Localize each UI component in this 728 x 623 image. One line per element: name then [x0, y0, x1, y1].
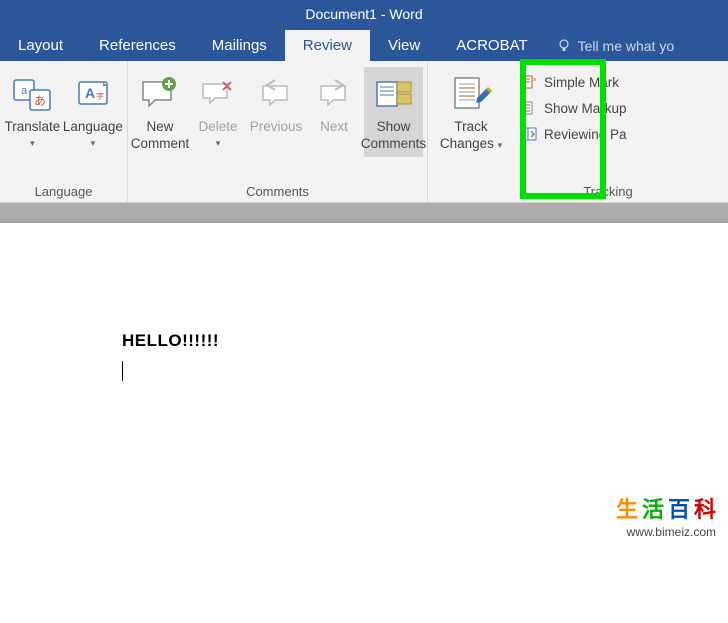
svg-text:字: 字	[96, 91, 104, 101]
tab-mailings[interactable]: Mailings	[194, 30, 285, 61]
tracking-options-stack: Simple Mark Show Markup Reviewing Pa	[512, 67, 635, 149]
markup-view-icon	[520, 73, 538, 91]
next-comment-button[interactable]: Next	[306, 67, 362, 140]
dropdown-caret-icon: ▾	[30, 138, 35, 149]
next-comment-icon	[315, 71, 353, 117]
show-comments-icon	[373, 71, 415, 117]
language-button[interactable]: A字 Language▾	[63, 67, 123, 153]
svg-text:a: a	[21, 85, 28, 97]
lightbulb-icon	[556, 38, 572, 54]
group-label-tracking: Tracking	[432, 182, 724, 199]
group-label-language: Language	[4, 182, 123, 199]
delete-comment-button[interactable]: Delete▾	[190, 67, 246, 153]
tab-layout[interactable]: Layout	[0, 30, 81, 61]
tab-review[interactable]: Review	[285, 30, 370, 61]
text-cursor	[122, 361, 123, 381]
document-page[interactable]: HELLO!!!!!!	[0, 223, 728, 623]
reviewing-pane-icon	[520, 125, 538, 143]
show-markup-dropdown[interactable]: Show Markup	[516, 97, 631, 119]
previous-comment-icon	[257, 71, 295, 117]
ribbon: aあ Translate▾ A字 Language▾ Language NewC…	[0, 61, 728, 203]
show-markup-icon	[520, 99, 538, 117]
translate-button[interactable]: aあ Translate▾	[4, 67, 61, 153]
new-comment-button[interactable]: NewComment	[132, 67, 188, 157]
dropdown-caret-icon: ▾	[91, 138, 96, 149]
group-language: aあ Translate▾ A字 Language▾ Language	[0, 61, 128, 202]
tab-view[interactable]: View	[370, 30, 438, 61]
delete-comment-icon	[199, 71, 237, 117]
track-changes-button[interactable]: TrackChanges ▾	[432, 67, 510, 157]
ribbon-tabs: Layout References Mailings Review View A…	[0, 28, 728, 61]
reviewing-pane-dropdown[interactable]: Reviewing Pa	[516, 123, 631, 145]
language-icon: A字	[73, 71, 113, 117]
translate-icon: aあ	[12, 71, 52, 117]
group-label-comments: Comments	[132, 182, 423, 199]
track-changes-icon	[449, 71, 493, 117]
display-for-review-dropdown[interactable]: Simple Mark	[516, 71, 631, 93]
dropdown-caret-icon: ▾	[216, 138, 221, 149]
show-comments-button[interactable]: ShowComments	[364, 67, 423, 157]
tell-me-label: Tell me what yo	[578, 38, 674, 54]
document-text-line: HELLO!!!!!!	[122, 331, 728, 351]
document-area: HELLO!!!!!!	[0, 203, 728, 546]
dropdown-caret-icon: ▾	[498, 140, 503, 151]
tab-acrobat[interactable]: ACROBAT	[438, 30, 545, 61]
svg-text:あ: あ	[34, 94, 46, 108]
title-bar: Document1 - Word	[0, 0, 728, 28]
tell-me-search[interactable]: Tell me what yo	[546, 31, 684, 61]
tab-references[interactable]: References	[81, 30, 194, 61]
group-comments: NewComment Delete▾ Previous Next	[128, 61, 428, 202]
window-title: Document1 - Word	[305, 6, 422, 22]
group-tracking: TrackChanges ▾ Simple Mark Show Markup R…	[428, 61, 728, 202]
previous-comment-button[interactable]: Previous	[248, 67, 304, 140]
svg-text:A: A	[85, 85, 95, 101]
new-comment-icon	[139, 71, 181, 117]
